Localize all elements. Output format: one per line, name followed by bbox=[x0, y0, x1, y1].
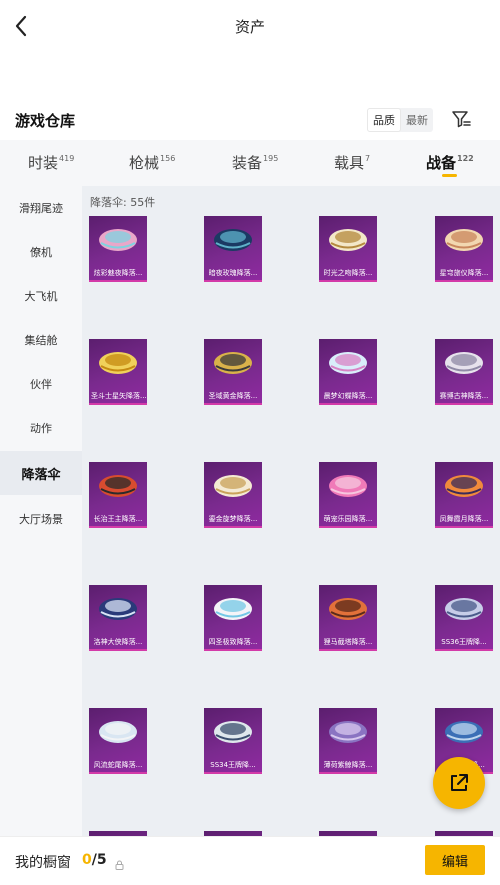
parachute-icon bbox=[99, 352, 137, 374]
tab-equipment[interactable]: 装备195 bbox=[232, 152, 278, 173]
filter-icon[interactable] bbox=[450, 108, 472, 130]
sidebar-item-wingman[interactable]: 僚机 bbox=[0, 230, 82, 274]
warehouse-header: 游戏仓库 品质 最新 bbox=[0, 104, 500, 136]
tab-vehicles[interactable]: 载具7 bbox=[334, 152, 370, 173]
parachute-item-card[interactable]: 洛神大侠降落... bbox=[89, 585, 147, 651]
share-button[interactable] bbox=[433, 757, 485, 809]
parachute-icon bbox=[329, 721, 367, 743]
parachute-icon bbox=[445, 598, 483, 620]
sidebar-item-big-plane[interactable]: 大飞机 bbox=[0, 274, 82, 318]
parachute-item-card[interactable]: 凤舞霞月降落... bbox=[435, 462, 493, 528]
item-name: 圣斗士星矢降落... bbox=[91, 392, 147, 400]
sort-toggle: 品质 最新 bbox=[367, 108, 433, 132]
parachute-icon bbox=[445, 352, 483, 374]
category-tabs: 时装419 枪械156 装备195 载具7 战备122 bbox=[0, 140, 500, 186]
item-name: 凤舞霞月降落... bbox=[439, 515, 489, 523]
item-name: 暗夜玫瑰降落... bbox=[208, 269, 258, 277]
item-name: 狸马截塔降落... bbox=[323, 638, 373, 646]
parachute-item-card[interactable]: 赛博古神降落... bbox=[435, 339, 493, 405]
item-name: 四圣极致降落... bbox=[208, 638, 258, 646]
parachute-item-card[interactable]: 圣斗士星矢降落... bbox=[89, 339, 147, 405]
parachute-icon bbox=[214, 229, 252, 251]
parachute-icon bbox=[445, 475, 483, 497]
sort-newest-button[interactable]: 最新 bbox=[401, 108, 433, 132]
item-name: SS36王牌降... bbox=[441, 638, 487, 646]
parachute-item-card[interactable]: 鎏金旋梦降落... bbox=[204, 462, 262, 528]
parachute-icon bbox=[445, 229, 483, 251]
item-name: 晨梦幻蝶降落... bbox=[323, 392, 373, 400]
sidebar-item-companion[interactable]: 伙伴 bbox=[0, 362, 82, 406]
item-name: 圣域黄金降落... bbox=[208, 392, 258, 400]
sidebar-item-emote[interactable]: 动作 bbox=[0, 406, 82, 450]
parachute-icon bbox=[329, 352, 367, 374]
parachute-item-card[interactable]: 薄荷紫鲸降落... bbox=[319, 708, 377, 774]
parachute-item-card[interactable]: 风流蛇尾降落... bbox=[89, 708, 147, 774]
parachute-item-card[interactable]: 星穹旅仪降落... bbox=[435, 216, 493, 282]
page-title: 资产 bbox=[234, 18, 265, 36]
item-name: 洛神大侠降落... bbox=[93, 638, 143, 646]
item-name: SS34王牌降... bbox=[210, 761, 256, 769]
item-count-label: 降落伞: 55件 bbox=[90, 196, 156, 209]
item-name: 萌宠乐园降落... bbox=[323, 515, 373, 523]
parachute-icon bbox=[99, 229, 137, 251]
lock-icon bbox=[115, 855, 124, 870]
parachute-item-card[interactable]: 长治王主降落... bbox=[89, 462, 147, 528]
parachute-item-card[interactable]: 狸马截塔降落... bbox=[319, 585, 377, 651]
tab-fashion[interactable]: 时装419 bbox=[28, 152, 74, 173]
parachute-icon bbox=[214, 598, 252, 620]
item-name: 时光之吻降落... bbox=[323, 269, 373, 277]
tab-weapons[interactable]: 枪械156 bbox=[129, 152, 175, 173]
sidebar-item-parachute[interactable]: 降落伞 bbox=[0, 451, 82, 495]
item-name: 星穹旅仪降落... bbox=[439, 269, 489, 277]
parachute-item-card[interactable]: SS36王牌降... bbox=[435, 585, 493, 651]
sidebar: 滑翔尾迹 僚机 大飞机 集结舱 伙伴 动作 降落伞 大厅场景 bbox=[0, 186, 82, 836]
edit-button[interactable]: 编辑 bbox=[425, 845, 485, 875]
parachute-icon bbox=[214, 721, 252, 743]
parachute-icon bbox=[329, 475, 367, 497]
sidebar-item-lobby-scene[interactable]: 大厅场景 bbox=[0, 497, 82, 541]
item-grid-area: 降落伞: 55件 炫彩魅夜降落... 暗夜玫瑰降落... 时光之吻降落... 星穹旅仪… bbox=[82, 186, 500, 836]
parachute-icon bbox=[329, 229, 367, 251]
parachute-item-card[interactable]: 暗夜玫瑰降落... bbox=[204, 216, 262, 282]
sidebar-item-assembly-pod[interactable]: 集结舱 bbox=[0, 318, 82, 362]
item-name: 薄荷紫鲸降落... bbox=[323, 761, 373, 769]
top-bar: 资产 bbox=[0, 0, 500, 52]
showcase-label: 我的橱窗 bbox=[15, 855, 71, 871]
tab-battle-prep[interactable]: 战备122 bbox=[426, 152, 474, 173]
parachute-icon bbox=[99, 475, 137, 497]
showcase-bar: 我的橱窗 0/5 编辑 bbox=[0, 836, 500, 885]
parachute-item-card[interactable]: 炫彩魅夜降落... bbox=[89, 216, 147, 282]
parachute-item-card[interactable]: 四圣极致降落... bbox=[204, 585, 262, 651]
parachute-icon bbox=[99, 721, 137, 743]
parachute-icon bbox=[99, 598, 137, 620]
item-name: 炫彩魅夜降落... bbox=[93, 269, 143, 277]
parachute-icon bbox=[214, 352, 252, 374]
item-name: 风流蛇尾降落... bbox=[93, 761, 143, 769]
showcase-count: 0/5 bbox=[82, 852, 107, 868]
parachute-icon bbox=[445, 721, 483, 743]
parachute-item-card[interactable]: 萌宠乐园降落... bbox=[319, 462, 377, 528]
sort-quality-button[interactable]: 品质 bbox=[367, 108, 401, 132]
parachute-item-card[interactable]: SS34王牌降... bbox=[204, 708, 262, 774]
external-link-icon bbox=[451, 774, 468, 791]
parachute-icon bbox=[329, 598, 367, 620]
parachute-item-card[interactable]: 圣域黄金降落... bbox=[204, 339, 262, 405]
parachute-item-card[interactable]: 晨梦幻蝶降落... bbox=[319, 339, 377, 405]
item-name: 鎏金旋梦降落... bbox=[208, 515, 258, 523]
active-tab-indicator bbox=[442, 174, 457, 177]
parachute-icon bbox=[214, 475, 252, 497]
parachute-item-card[interactable]: 时光之吻降落... bbox=[319, 216, 377, 282]
item-name: 长治王主降落... bbox=[93, 515, 143, 523]
item-name: 赛博古神降落... bbox=[439, 392, 489, 400]
sidebar-item-glide-trail[interactable]: 滑翔尾迹 bbox=[0, 186, 82, 230]
warehouse-title: 游戏仓库 bbox=[15, 112, 76, 130]
